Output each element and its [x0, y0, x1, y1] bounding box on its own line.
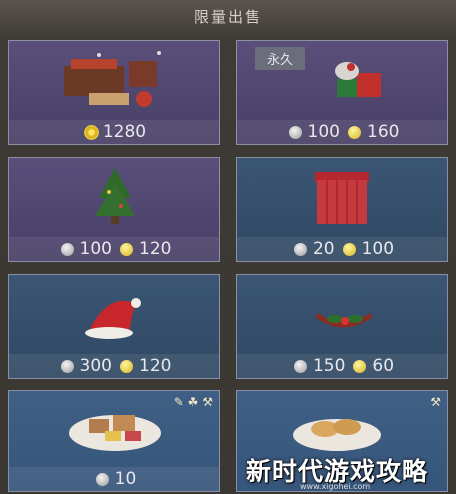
- price-row: 100 120: [9, 237, 219, 261]
- price-amount: 1280: [102, 122, 147, 142]
- furniture-set-image: [64, 51, 161, 107]
- gold-apple-icon: [353, 359, 367, 373]
- price-row: 1280: [9, 120, 219, 144]
- shop-item-card[interactable]: 1280: [8, 40, 220, 145]
- price-amount: 150: [312, 356, 346, 376]
- gold-apple-icon: [342, 242, 356, 256]
- price-amount: 20: [312, 239, 335, 259]
- silver-apple-icon: [293, 359, 307, 373]
- christmas-tree-image: [95, 168, 135, 224]
- price-amount: 300: [79, 356, 112, 376]
- gift-pile-image: [335, 62, 381, 97]
- price-row: 100 160: [237, 120, 447, 144]
- silver-apple-icon: [288, 125, 302, 139]
- sun-coin-icon: [85, 126, 97, 138]
- gold-apple-icon: [348, 125, 361, 139]
- price-amount: 100: [361, 239, 395, 259]
- silver-apple-icon: [95, 472, 109, 486]
- price-row: 150 60: [237, 354, 447, 378]
- shop-item-card[interactable]: 300 120: [8, 274, 220, 379]
- shop-item-card[interactable]: 150 60: [236, 274, 448, 379]
- gold-apple-icon: [120, 359, 133, 373]
- shop-item-card[interactable]: 100 120: [8, 157, 220, 262]
- item-grid: 1280 永久 100 160 100 120 20 100 300 120 1…: [8, 40, 448, 492]
- silver-apple-icon: [60, 242, 74, 256]
- shop-item-card[interactable]: 20 100: [236, 157, 448, 262]
- watermark-url: www.xigohei.com: [300, 482, 371, 491]
- page-title: 限量出售: [193, 8, 262, 26]
- price-amount: 100: [307, 122, 340, 142]
- gold-apple-icon: [120, 242, 133, 256]
- curtain-image: [315, 172, 369, 224]
- price-amount: 60: [372, 356, 395, 376]
- silver-apple-icon: [60, 359, 74, 373]
- price-amount: 160: [367, 122, 400, 142]
- price-amount: 10: [114, 469, 137, 489]
- santa-hat-image: [85, 298, 141, 339]
- dessert-plate-image: [69, 415, 161, 451]
- price-row: 20 100: [237, 237, 447, 261]
- price-row: 10: [9, 467, 219, 491]
- shop-item-card[interactable]: ✎ ☘ ⚒ 10: [8, 390, 220, 492]
- price-row: 300 120: [9, 354, 219, 378]
- holly-garland-image: [315, 312, 373, 328]
- price-amount: 120: [139, 239, 172, 259]
- price-amount: 100: [79, 239, 112, 259]
- shop-item-card[interactable]: 永久 100 160: [236, 40, 448, 145]
- silver-apple-icon: [293, 242, 307, 256]
- price-amount: 120: [139, 356, 172, 376]
